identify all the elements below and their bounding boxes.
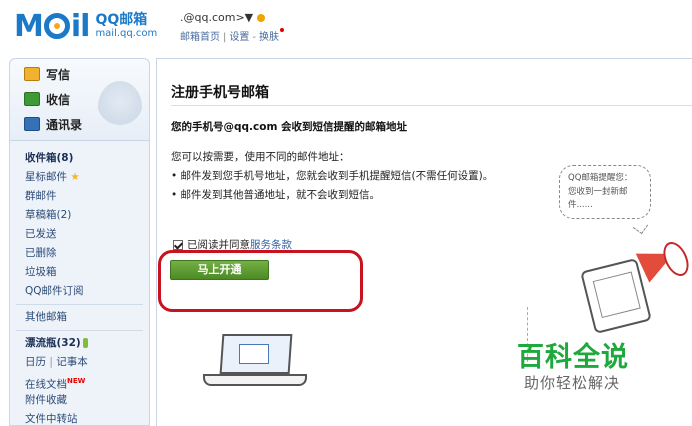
laptop-base	[203, 374, 307, 386]
logo-tail: il	[70, 8, 91, 44]
bullet-item: • 邮件发到其他普通地址，就不会收到短信。	[171, 189, 381, 201]
folder-online-docs[interactable]: 在线文档NEW	[10, 372, 149, 391]
folder-group-mail[interactable]: 群邮件	[10, 187, 149, 206]
folder-file-transfer[interactable]: 文件中转站	[10, 410, 149, 426]
folder-other-mailboxes[interactable]: 其他邮箱	[10, 308, 149, 327]
megaphone-icon	[635, 238, 692, 283]
folder-calendar-notes: 日历 | 记事本	[10, 353, 149, 372]
logo-ring-icon	[43, 13, 70, 39]
bubble-line-1: QQ邮箱提醒您：	[568, 173, 633, 183]
new-badge: NEW	[67, 377, 86, 385]
notification-bubble: QQ邮箱提醒您： 您收到一封新邮件......	[559, 165, 651, 219]
star-icon: ★	[70, 171, 80, 183]
logo-subtitle: QQ邮箱 mail.qq.com	[95, 13, 157, 39]
warning-icon[interactable]	[257, 14, 266, 22]
folder-inbox[interactable]: 收件箱(8)	[10, 149, 149, 168]
folder-starred[interactable]: 星标邮件 ★	[10, 168, 149, 187]
nav-separator: |	[223, 32, 227, 43]
envelope-icon	[239, 344, 269, 364]
notes-link[interactable]: 记事本	[56, 356, 88, 368]
penguin-mascot-icon	[98, 81, 142, 133]
folder-divider	[16, 304, 143, 305]
folder-sent[interactable]: 已发送	[10, 225, 149, 244]
folder-list: 收件箱(8) 星标邮件 ★ 群邮件 草稿箱(2) 已发送 已删除 垃圾箱 QQ邮…	[10, 149, 149, 426]
compose-button[interactable]: 写信	[24, 65, 70, 83]
compose-label: 写信	[46, 67, 71, 82]
subheading: 您的手机号@qq.com 会收到短信提醒的邮箱地址	[171, 121, 408, 133]
nav-separator: -	[252, 32, 256, 43]
qq-mail-logo[interactable]: M il QQ邮箱 mail.qq.com	[14, 6, 157, 46]
folder-drift-bottle[interactable]: 漂流瓶(32)	[10, 334, 149, 353]
account-menu[interactable]: .@qq.com>▼	[180, 11, 266, 24]
top-nav: 邮箱首页 | 设置 - 换肤	[180, 28, 284, 43]
highlight-annotation	[158, 250, 363, 312]
skin-link[interactable]: 换肤	[259, 32, 279, 43]
settings-link[interactable]: 设置	[229, 32, 249, 43]
online-docs-label: 在线文档	[25, 378, 67, 391]
bottle-icon	[82, 338, 88, 348]
laptop-mail-illustration-icon	[203, 334, 307, 394]
page-title: 注册手机号邮箱	[171, 85, 269, 101]
bullet-item: • 邮件发到您手机号地址，您就会收到手机提醒短信(不需任何设置)。	[171, 170, 494, 182]
new-dot-icon	[279, 28, 284, 32]
folder-spam[interactable]: 垃圾箱	[10, 263, 149, 282]
contacts-icon	[24, 117, 40, 131]
receive-mail-label: 收信	[46, 92, 71, 107]
logo-en: mail.qq.com	[95, 28, 158, 39]
logo-cn: QQ邮箱	[95, 12, 148, 28]
quick-actions: 写信 收信 通讯录	[10, 59, 149, 141]
intro-text: 您可以按需要，使用不同的邮件地址：	[171, 151, 350, 163]
title-divider	[171, 105, 692, 106]
bubble-line-2: 您收到一封新邮件......	[568, 186, 628, 211]
contacts-label: 通讯录	[46, 117, 83, 132]
inbox-download-icon	[24, 92, 40, 106]
link-separator: |	[49, 356, 53, 368]
calendar-link[interactable]: 日历	[25, 356, 46, 368]
compose-icon	[24, 67, 40, 81]
watermark-subtitle: 助你轻松解决	[524, 374, 621, 392]
account-address[interactable]: .@qq.com>▼	[180, 11, 253, 24]
folder-drafts[interactable]: 草稿箱(2)	[10, 206, 149, 225]
contacts-button[interactable]: 通讯录	[24, 115, 82, 133]
sidebar: 写信 收信 通讯录 收件箱(8) 星标邮件 ★ 群邮件 草稿箱(2) 已发送 已…	[9, 58, 150, 426]
watermark-title: 百科全说	[517, 342, 629, 373]
header: M il QQ邮箱 mail.qq.com .@qq.com>▼ 邮箱首页 | 设置…	[0, 0, 692, 52]
folder-subscriptions[interactable]: QQ邮件订阅	[10, 282, 149, 301]
folder-starred-label: 星标邮件	[25, 171, 67, 183]
folder-attachments[interactable]: 附件收藏	[10, 391, 149, 410]
mail-home-link[interactable]: 邮箱首页	[180, 32, 220, 43]
agree-checkbox[interactable]	[173, 239, 183, 250]
drift-bottle-label: 漂流瓶(32)	[25, 337, 81, 349]
folder-deleted[interactable]: 已删除	[10, 244, 149, 263]
receive-mail-button[interactable]: 收信	[24, 90, 70, 108]
folder-divider	[16, 330, 143, 331]
logo-m: M	[14, 8, 44, 44]
